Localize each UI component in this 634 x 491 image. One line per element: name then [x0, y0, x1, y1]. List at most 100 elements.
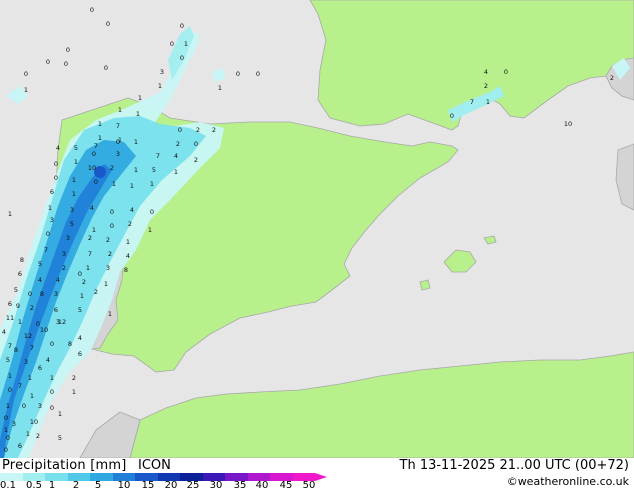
precip-value-label: 2	[196, 126, 200, 134]
colorbar-tick-label: 25	[186, 480, 200, 491]
precip-value-label: 3	[50, 216, 54, 224]
precip-value-label: 0	[170, 40, 174, 48]
precip-value-label: 0	[256, 70, 260, 78]
colorbar-tick-label: 10	[117, 480, 131, 491]
precip-value-label: 1	[8, 210, 12, 218]
colorbar-tick-label: 35	[233, 480, 247, 491]
precip-value-label: 1	[72, 388, 76, 396]
precip-value-label: 12	[58, 318, 66, 326]
precip-value-label: 0	[504, 68, 508, 76]
precip-value-label: 0	[46, 58, 50, 66]
precip-value-label: 0	[110, 222, 114, 230]
precip-value-label: 8	[68, 340, 72, 348]
credit-link[interactable]: ©weatheronline.co.uk	[507, 475, 629, 488]
precip-value-label: 1	[74, 158, 78, 166]
precip-value-label: 1	[108, 310, 112, 318]
precip-value-label: 5	[6, 356, 10, 364]
precip-value-label: 0	[22, 402, 26, 410]
precip-value-label: 3	[70, 206, 74, 214]
precip-value-label: 0	[54, 160, 58, 168]
precip-value-label: 3	[106, 264, 110, 272]
precip-value-label: 5	[152, 166, 156, 174]
precip-value-label: 6	[18, 270, 22, 278]
precip-value-label: 5	[14, 286, 18, 294]
precip-value-label: 1	[50, 374, 54, 382]
precip-value-label: 10	[88, 164, 96, 172]
precip-value-label: 1	[98, 120, 102, 128]
precip-value-label: 4	[78, 334, 82, 342]
precip-value-label: 0	[116, 138, 120, 146]
precip-value-label: 6	[18, 442, 22, 450]
precip-value-label: 5	[78, 306, 82, 314]
colorbar-tick-label: 45	[279, 480, 293, 491]
precip-value-label: 0	[94, 178, 98, 186]
precip-value-label: 2	[72, 374, 76, 382]
precip-value-label: 5	[58, 434, 62, 442]
precip-value-label: 1	[138, 94, 142, 102]
precip-value-label: 1	[92, 226, 96, 234]
precip-value-label: 4	[484, 68, 488, 76]
precip-value-label: 1	[184, 40, 188, 48]
precip-value-label: 1	[174, 168, 178, 176]
precip-value-label: 2	[106, 236, 110, 244]
precip-value-label: 7	[30, 344, 34, 352]
precip-value-label: 0	[78, 270, 82, 278]
precip-value-label: 12	[24, 332, 32, 340]
precip-value-label: 2	[94, 288, 98, 296]
precip-value-label: 1	[86, 264, 90, 272]
ibiza-island	[419, 279, 431, 291]
precip-value-label: 4	[38, 276, 42, 284]
precip-value-label: 4	[90, 204, 94, 212]
precip-value-label: 1	[72, 176, 76, 184]
precip-value-label: 2	[108, 250, 112, 258]
precip-value-label: 2	[110, 164, 114, 172]
precip-value-label: 0	[50, 404, 54, 412]
precip-value-label: 1	[18, 318, 22, 326]
precip-value-label: 1	[158, 82, 162, 90]
precip-value-label: 0	[46, 230, 50, 238]
precip-value-label: 6	[50, 188, 54, 196]
precip-value-label: 0	[194, 140, 198, 148]
precip-value-label: 7	[470, 98, 474, 106]
precip-value-label: 7	[44, 246, 48, 254]
precip-value-label: 1	[126, 238, 130, 246]
precip-value-label: 1	[134, 166, 138, 174]
precip-value-label: 3	[38, 402, 42, 410]
precip-value-label: 0	[110, 208, 114, 216]
precip-value-label: 1	[8, 372, 12, 380]
precip-value-label: 6	[78, 350, 82, 358]
precip-value-label: 9	[16, 302, 20, 310]
precip-value-label: 0	[24, 70, 28, 78]
precip-value-label: 7	[116, 122, 120, 130]
precip-value-label: 1	[150, 180, 154, 188]
precip-value-label: 5	[38, 260, 42, 268]
precip-value-label: 0	[50, 388, 54, 396]
colorbar-tick-label: 1	[48, 480, 56, 491]
precip-value-label: 4	[2, 328, 6, 336]
precip-value-label: 0	[92, 150, 96, 158]
precip-value-label: 2	[194, 156, 198, 164]
precipitation-map: 0 0 0 0 0 0 0 0 0 1 3 0 0 1 0 1 1 4 0 2 0 7 1 10 2 0 2 2 1 1 1 7 1 1 1 0 4 5 7…	[0, 0, 634, 458]
precip-value-label: 0	[180, 54, 184, 62]
precip-value-label: 1	[80, 292, 84, 300]
precip-value-label: 3	[62, 250, 66, 258]
precip-value-label: 7	[18, 382, 22, 390]
precip-value-label: 1	[26, 430, 30, 438]
precip-value-label: 3	[160, 68, 164, 76]
precip-value-label: 10	[30, 418, 38, 426]
precip-value-label: 7	[8, 342, 12, 350]
precip-value-label: 0	[64, 60, 68, 68]
precip-value-label: 8	[40, 290, 44, 298]
colorbar-tick-label: 0.5	[26, 480, 42, 491]
precip-value-label: 0	[104, 64, 108, 72]
precip-value-label: 0	[90, 6, 94, 14]
colorbar-tick-label: 40	[255, 480, 269, 491]
precip-value-label: 1	[58, 410, 62, 418]
precip-value-label: 1	[104, 280, 108, 288]
colorbar-tick-label: 0.1	[0, 480, 16, 491]
precip-value-label: 0	[150, 208, 154, 216]
precip-value-label: 10	[564, 120, 572, 128]
precip-value-label: 1	[130, 182, 134, 190]
precip-value-label: 2	[62, 264, 66, 272]
precip-value-label: 4	[46, 356, 50, 364]
